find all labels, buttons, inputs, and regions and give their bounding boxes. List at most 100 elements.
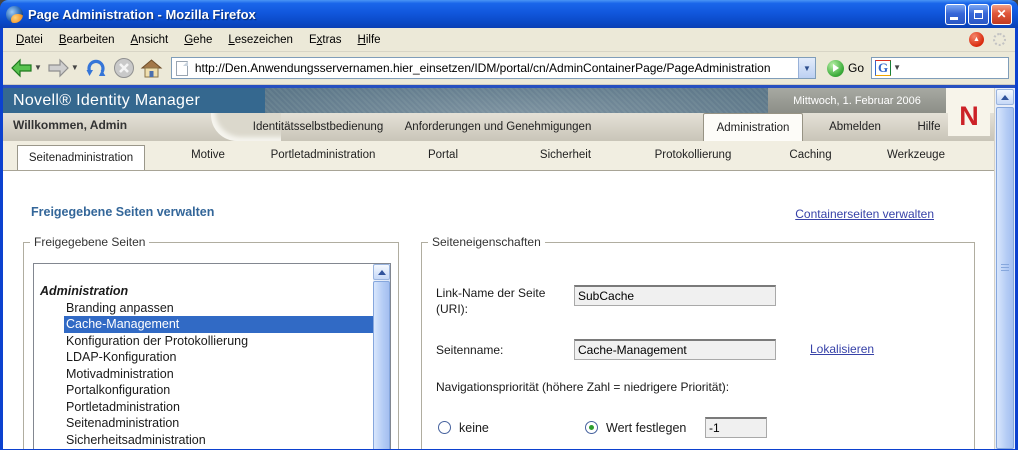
list-item-sicherheitsadministration[interactable]: Sicherheitsadministration	[64, 432, 373, 449]
menu-extras[interactable]: Extras	[301, 31, 350, 49]
list-item-seitenadministration[interactable]: Seitenadministration	[64, 415, 373, 432]
page-content: Novell® Identity Manager Mittwoch, 1. Fe…	[3, 88, 994, 449]
page-name-input[interactable]	[574, 339, 776, 360]
uri-label-line2: (URI):	[436, 302, 468, 316]
list-item-ldap-konfiguration[interactable]: LDAP-Konfiguration	[64, 349, 373, 366]
url-bar: ▼	[170, 57, 816, 79]
priority-label: Navigationspriorität (höhere Zahl = nied…	[436, 380, 730, 394]
listbox-scrollbar[interactable]	[373, 264, 390, 449]
subtab-caching[interactable]: Caching	[768, 140, 853, 170]
subtab-sicherheit[interactable]: Sicherheit	[518, 140, 613, 170]
google-logo-icon[interactable]: G	[875, 60, 892, 76]
back-button[interactable]: ▼	[9, 57, 43, 79]
back-dropdown-icon[interactable]: ▼	[34, 64, 42, 72]
maximize-icon	[974, 9, 983, 19]
search-box: G ▼	[871, 57, 1018, 79]
forward-button[interactable]: ▼	[46, 57, 80, 79]
listbox-scroll-up-icon[interactable]	[373, 264, 390, 280]
tab-requests-approvals[interactable]: Anforderungen und Genehmigungen	[383, 113, 613, 141]
tab-logout[interactable]: Abmelden	[811, 113, 899, 141]
list-item-konfiguration-protokollierung[interactable]: Konfiguration der Protokollierung	[64, 333, 373, 350]
reload-icon	[86, 59, 106, 76]
menu-hilfe[interactable]: Hilfe	[350, 31, 389, 49]
page-scrollbar[interactable]	[994, 88, 1015, 449]
minimize-button[interactable]	[945, 3, 966, 25]
menu-gehe[interactable]: Gehe	[176, 31, 220, 49]
tab-administration[interactable]: Administration	[703, 113, 803, 141]
menu-ansicht[interactable]: Ansicht	[123, 31, 177, 49]
list-item-portalkonfiguration[interactable]: Portalkonfiguration	[64, 382, 373, 399]
uri-label: Link-Name der Seite (URI):	[436, 285, 545, 317]
close-icon: ✕	[996, 7, 1007, 21]
window-title: Page Administration - Mozilla Firefox	[28, 6, 256, 22]
uri-label-line1: Link-Name der Seite	[436, 286, 546, 300]
subtab-portletadministration[interactable]: Portletadministration	[258, 140, 388, 170]
stop-button[interactable]	[112, 56, 136, 80]
novell-banner: Novell® Identity Manager Mittwoch, 1. Fe…	[3, 88, 994, 113]
navigation-toolbar: ▼ ▼ http://Den.Anwendungsservernamen.hie…	[3, 52, 1018, 85]
date-label: Mittwoch, 1. Februar 2006	[768, 88, 946, 113]
close-button[interactable]: ✕	[991, 3, 1012, 25]
home-button[interactable]	[139, 57, 164, 80]
update-notification-icon[interactable]: ▲	[969, 32, 984, 47]
search-input[interactable]	[901, 60, 1018, 76]
subtab-motive[interactable]: Motive	[163, 140, 253, 170]
shared-pages-listbox: Administration Branding anpassen Cache-M…	[33, 263, 391, 449]
container-pages-link[interactable]: Containerseiten verwalten	[795, 207, 934, 221]
search-engine-dropdown-icon[interactable]: ▼	[893, 64, 901, 72]
main-tab-bar: Willkommen, Admin Identitätsselbstbedien…	[3, 113, 994, 141]
sub-tab-bar: Seitenadministration Motive Portletadmin…	[3, 141, 994, 171]
go-label: Go	[847, 61, 864, 75]
content-area: Freigegebene Seiten verwalten Containers…	[3, 171, 994, 449]
listbox-scroll-thumb[interactable]	[373, 281, 390, 449]
menu-bar: Datei Bearbeiten Ansicht Gehe Lesezeiche…	[3, 28, 1015, 52]
subtab-seitenadministration[interactable]: Seitenadministration	[17, 145, 145, 170]
subtab-portal[interactable]: Portal	[403, 140, 483, 170]
radio-priority-set[interactable]	[585, 421, 598, 434]
forward-icon	[48, 58, 69, 78]
product-name: Novell® Identity Manager	[3, 88, 265, 113]
page-properties-legend: Seiteneigenschaften	[432, 235, 541, 249]
page-scroll-thumb[interactable]	[996, 107, 1014, 449]
forward-dropdown-icon[interactable]: ▼	[71, 64, 79, 72]
subtab-protokollierung[interactable]: Protokollierung	[633, 140, 753, 170]
page-properties-panel: Seiteneigenschaften Link-Name der Seite …	[421, 235, 975, 449]
url-input[interactable]	[192, 59, 798, 77]
localize-link[interactable]: Lokalisieren	[810, 342, 874, 356]
subtab-werkzeuge[interactable]: Werkzeuge	[871, 140, 961, 170]
shared-pages-legend: Freigegebene Seiten	[34, 235, 146, 249]
maximize-button[interactable]	[968, 3, 989, 25]
title-bar: Page Administration - Mozilla Firefox ✕	[0, 0, 1018, 28]
list-item-branding-anpassen[interactable]: Branding anpassen	[64, 300, 373, 317]
browser-window: Page Administration - Mozilla Firefox ✕ …	[0, 0, 1018, 450]
go-button[interactable]: Go	[823, 59, 868, 77]
firefox-icon	[6, 5, 23, 23]
list-item-motivadministration[interactable]: Motivadministration	[64, 366, 373, 383]
go-icon	[826, 59, 844, 77]
list-item-portletadministration[interactable]: Portletadministration	[64, 399, 373, 416]
list-item-administration-group[interactable]: Administration	[38, 283, 373, 300]
radio-priority-none[interactable]	[438, 421, 451, 434]
shared-pages-panel: Freigegebene Seiten Administration Brand…	[23, 235, 399, 449]
page-icon	[175, 60, 188, 76]
back-icon	[11, 58, 32, 78]
menu-datei[interactable]: Datei	[8, 31, 51, 49]
scroll-thumb-grip	[1001, 264, 1009, 273]
menu-lesezeichen[interactable]: Lesezeichen	[220, 31, 301, 49]
home-icon	[140, 58, 163, 77]
menu-bearbeiten[interactable]: Bearbeiten	[51, 31, 123, 49]
banner-texture	[265, 88, 768, 113]
uri-input[interactable]	[574, 285, 776, 306]
page-title: Freigegebene Seiten verwalten	[31, 205, 215, 219]
radio-priority-set-label[interactable]: Wert festlegen	[606, 421, 686, 435]
minimize-icon	[950, 16, 958, 20]
page-viewport: Novell® Identity Manager Mittwoch, 1. Fe…	[3, 88, 1015, 449]
list-item-cache-management[interactable]: Cache-Management	[64, 316, 373, 333]
priority-value-input[interactable]	[705, 417, 767, 438]
novell-n-logo: N	[948, 96, 990, 136]
url-dropdown-button[interactable]: ▼	[797, 58, 815, 78]
page-scroll-up-icon[interactable]	[996, 89, 1014, 105]
welcome-label: Willkommen, Admin	[13, 118, 128, 132]
reload-button[interactable]	[83, 56, 109, 80]
radio-priority-none-label[interactable]: keine	[459, 421, 489, 435]
